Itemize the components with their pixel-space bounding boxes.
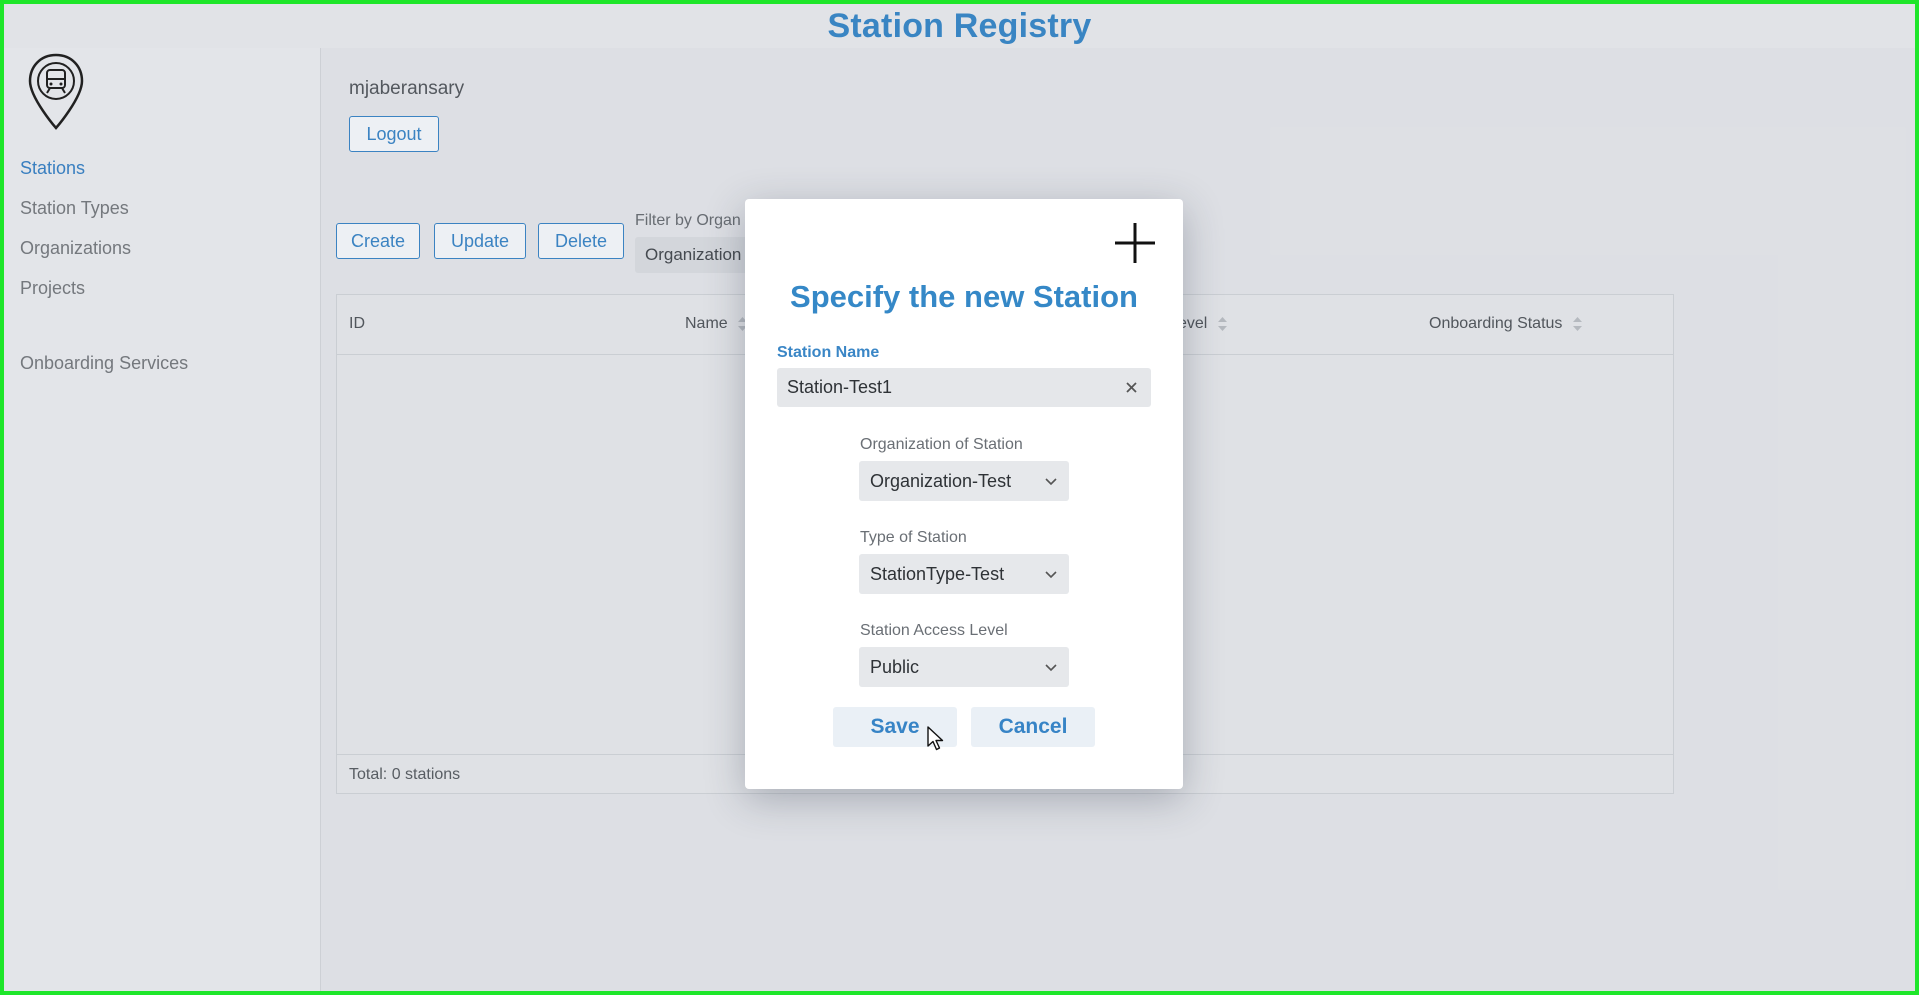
chevron-down-icon	[1045, 478, 1057, 486]
app-root: Station Registry Stations Station Types …	[4, 4, 1915, 991]
cancel-button[interactable]: Cancel	[971, 707, 1095, 747]
organization-label: Organization of Station	[860, 436, 1023, 453]
chevron-down-icon	[1045, 664, 1057, 672]
modal-title: Specify the new Station	[790, 279, 1138, 314]
plus-icon[interactable]	[1115, 223, 1155, 263]
chevron-down-icon	[1045, 571, 1057, 579]
create-station-modal: Specify the new Station Station Name Org…	[745, 199, 1183, 789]
access-level-label: Station Access Level	[860, 622, 1008, 639]
access-level-select-value: Public	[870, 657, 920, 677]
access-level-select[interactable]: Public	[859, 647, 1069, 687]
mouse-cursor-icon	[927, 726, 944, 751]
type-label: Type of Station	[860, 529, 967, 546]
station-name-label: Station Name	[777, 344, 880, 361]
organization-select[interactable]: Organization-Test	[859, 461, 1069, 501]
window-frame: Station Registry Stations Station Types …	[0, 0, 1919, 995]
type-select-value: StationType-Test	[870, 564, 1005, 584]
station-name-input[interactable]	[777, 368, 1151, 407]
clear-icon[interactable]	[1124, 380, 1139, 395]
organization-select-value: Organization-Test	[870, 471, 1012, 491]
type-select[interactable]: StationType-Test	[859, 554, 1069, 594]
